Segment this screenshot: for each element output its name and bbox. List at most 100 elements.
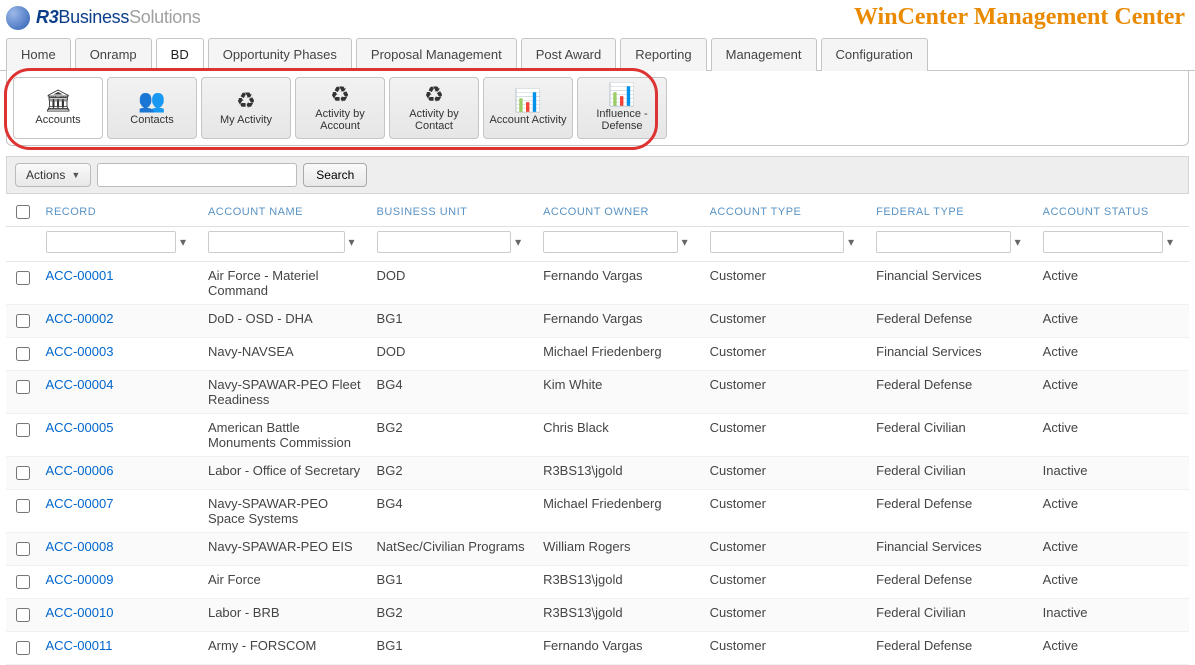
ribbon-label: Accounts: [35, 114, 80, 126]
cell-federal-type: Federal Defense: [870, 490, 1037, 533]
col-account-status[interactable]: ACCOUNT STATUS: [1037, 194, 1189, 227]
table-row: ACC-00005 American Battle Monuments Commi…: [6, 414, 1189, 457]
cell-account-owner: Fernando Vargas: [537, 632, 704, 665]
filter-federal-type-input[interactable]: [876, 231, 1011, 253]
record-link[interactable]: ACC-00007: [46, 496, 114, 511]
logo-r3: R3: [36, 7, 58, 27]
record-link[interactable]: ACC-00006: [46, 463, 114, 478]
col-account-owner[interactable]: ACCOUNT OWNER: [537, 194, 704, 227]
cell-federal-type: Federal Defense: [870, 371, 1037, 414]
ribbon-influence-defense[interactable]: 📊Influence - Defense: [577, 77, 667, 139]
actions-label: Actions: [26, 168, 65, 182]
record-link[interactable]: ACC-00011: [46, 638, 113, 653]
ribbon-account-activity[interactable]: 📊Account Activity: [483, 77, 573, 139]
cell-business-unit: BG2: [371, 457, 538, 490]
filter-icon[interactable]: ▾: [349, 235, 355, 249]
table-row: ACC-00008Navy-SPAWAR-PEO EISNatSec/Civil…: [6, 533, 1189, 566]
filter-account-type-input[interactable]: [710, 231, 845, 253]
row-checkbox[interactable]: [16, 499, 30, 513]
row-checkbox[interactable]: [16, 423, 30, 437]
record-link[interactable]: ACC-00002: [46, 311, 114, 326]
tab-reporting[interactable]: Reporting: [620, 38, 706, 71]
record-link[interactable]: ACC-00003: [46, 344, 114, 359]
table-row: ACC-00010Labor - BRBBG2R3BS13\jgoldCusto…: [6, 599, 1189, 632]
tab-proposal-management[interactable]: Proposal Management: [356, 38, 517, 71]
col-account-type[interactable]: ACCOUNT TYPE: [704, 194, 871, 227]
ribbon-label: Contacts: [130, 114, 173, 126]
logo-text: R3BusinessSolutions: [36, 7, 200, 28]
record-link[interactable]: ACC-00001: [46, 268, 114, 283]
tab-bd[interactable]: BD: [156, 38, 204, 71]
row-checkbox[interactable]: [16, 271, 30, 285]
search-button[interactable]: Search: [303, 163, 367, 187]
filter-account-owner-input[interactable]: [543, 231, 678, 253]
ribbon-accounts[interactable]: 🏛 Accounts: [13, 77, 103, 139]
filter-account-name-input[interactable]: [208, 231, 345, 253]
ribbon-activity-by-contact[interactable]: ♻Activity by Contact: [389, 77, 479, 139]
ribbon-activity-by-account[interactable]: ♻Activity by Account: [295, 77, 385, 139]
col-record[interactable]: RECORD: [40, 194, 202, 227]
ribbon-my-activity[interactable]: ♻My Activity: [201, 77, 291, 139]
select-all-checkbox[interactable]: [16, 205, 30, 219]
col-business-unit[interactable]: BUSINESS UNIT: [371, 194, 538, 227]
cell-account-name: American Battle Monuments Commission: [202, 414, 371, 457]
filter-icon[interactable]: ▾: [515, 235, 521, 249]
row-checkbox[interactable]: [16, 347, 30, 361]
ribbon: 🏛Accounts👥Contacts♻My Activity♻Activity …: [13, 77, 1182, 139]
col-federal-type[interactable]: FEDERAL TYPE: [870, 194, 1037, 227]
activity-by-account-icon: ♻: [330, 84, 350, 106]
cell-account-status: Active: [1037, 533, 1189, 566]
search-input[interactable]: [97, 163, 297, 187]
filter-icon[interactable]: ▾: [1167, 235, 1173, 249]
filter-record-input[interactable]: [46, 231, 176, 253]
filter-icon[interactable]: ▾: [1015, 235, 1021, 249]
cell-federal-type: Federal Defense: [870, 632, 1037, 665]
cell-account-type: Customer: [704, 599, 871, 632]
ribbon-label: Influence - Defense: [580, 108, 664, 132]
cell-account-owner: R3BS13\jgold: [537, 457, 704, 490]
row-checkbox[interactable]: [16, 380, 30, 394]
table-body: ACC-00001Air Force - Materiel CommandDOD…: [6, 262, 1189, 665]
record-link[interactable]: ACC-00008: [46, 539, 114, 554]
cell-account-status: Inactive: [1037, 599, 1189, 632]
filter-icon[interactable]: ▾: [682, 235, 688, 249]
tab-home[interactable]: Home: [6, 38, 71, 71]
row-checkbox[interactable]: [16, 542, 30, 556]
actions-button[interactable]: Actions ▼: [15, 163, 91, 187]
cell-account-type: Customer: [704, 490, 871, 533]
ribbon-contacts[interactable]: 👥Contacts: [107, 77, 197, 139]
cell-account-owner: R3BS13\jgold: [537, 599, 704, 632]
row-checkbox[interactable]: [16, 641, 30, 655]
tab-post-award[interactable]: Post Award: [521, 38, 617, 71]
activity-by-contact-icon: ♻: [424, 84, 444, 106]
tab-configuration[interactable]: Configuration: [821, 38, 928, 71]
filter-business-unit-input[interactable]: [377, 231, 512, 253]
filter-icon[interactable]: ▾: [848, 235, 854, 249]
col-account-name[interactable]: ACCOUNT NAME: [202, 194, 371, 227]
record-link[interactable]: ACC-00009: [46, 572, 114, 587]
row-checkbox[interactable]: [16, 466, 30, 480]
account-activity-icon: 📊: [514, 90, 541, 112]
cell-business-unit: DOD: [371, 338, 538, 371]
cell-account-owner: R3BS13\jgold: [537, 566, 704, 599]
cell-business-unit: NatSec/Civilian Programs: [371, 533, 538, 566]
accounts-icon: 🏛: [44, 90, 72, 112]
cell-business-unit: BG2: [371, 599, 538, 632]
filter-icon[interactable]: ▾: [180, 235, 186, 249]
tab-onramp[interactable]: Onramp: [75, 38, 152, 71]
tab-management[interactable]: Management: [711, 38, 817, 71]
row-checkbox[interactable]: [16, 575, 30, 589]
record-link[interactable]: ACC-00005: [46, 420, 114, 435]
cell-account-name: Navy-NAVSEA: [202, 338, 371, 371]
row-checkbox[interactable]: [16, 314, 30, 328]
cell-business-unit: BG1: [371, 632, 538, 665]
record-link[interactable]: ACC-00010: [46, 605, 114, 620]
tab-opportunity-phases[interactable]: Opportunity Phases: [208, 38, 352, 71]
cell-federal-type: Federal Civilian: [870, 599, 1037, 632]
table-row: ACC-00004Navy-SPAWAR-PEO Fleet Readiness…: [6, 371, 1189, 414]
influence-defense-icon: 📊: [608, 84, 635, 106]
cell-account-type: Customer: [704, 262, 871, 305]
filter-account-status-input[interactable]: [1043, 231, 1163, 253]
record-link[interactable]: ACC-00004: [46, 377, 114, 392]
row-checkbox[interactable]: [16, 608, 30, 622]
